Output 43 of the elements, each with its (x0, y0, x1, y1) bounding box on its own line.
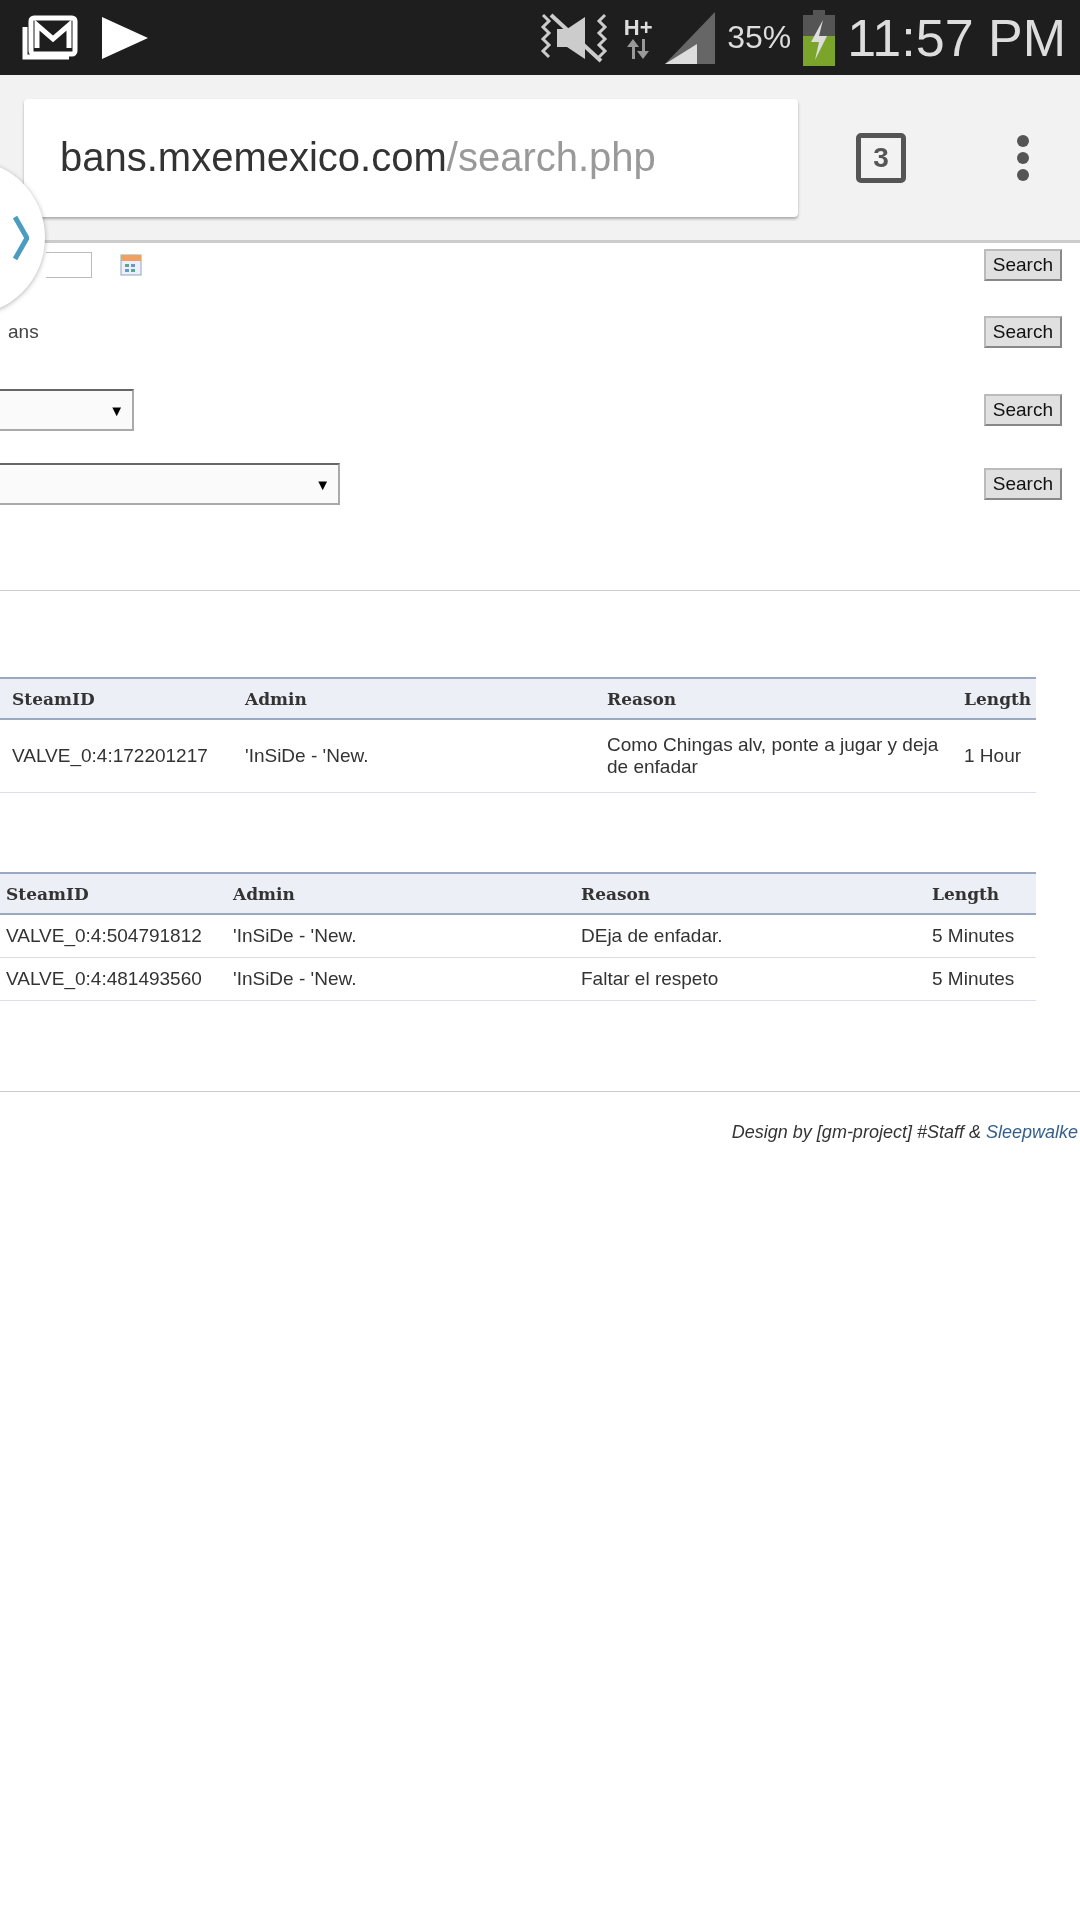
table-cell: 'InSiDe - 'New. (233, 719, 595, 793)
calendar-icon[interactable] (120, 254, 142, 276)
signal-icon (665, 11, 716, 64)
table-cell: 'InSiDe - 'New. (227, 914, 575, 958)
url-text: bans.mxemexico.com/search.php (60, 135, 656, 180)
table-cell: DEja de enfadar. (575, 914, 926, 958)
table-cell: VALVE_0:4:481493560 (0, 957, 227, 1001)
column-header: Length (952, 678, 1036, 719)
mail-icon (22, 14, 78, 61)
column-header: Length (926, 873, 1036, 914)
table-cell: 1 Hour (952, 719, 1036, 793)
table-cell: VALVE_0:4:504791812 (0, 914, 227, 958)
search-button[interactable]: Search (983, 249, 1062, 281)
network-type: H+ (623, 16, 653, 39)
tab-count-button[interactable]: 3 (856, 132, 906, 183)
table-cell: Faltar el respeto (575, 957, 926, 1001)
dropdown[interactable]: ▼ (0, 389, 134, 431)
chevron-right-icon (13, 214, 29, 261)
table-cell: VALVE_0:4:172201217 (0, 719, 233, 793)
option-label: ans (8, 321, 39, 343)
battery-charging-icon (803, 9, 836, 66)
search-button[interactable]: Search (983, 394, 1062, 426)
address-bar[interactable]: bans.mxemexico.com/search.php (24, 98, 798, 217)
column-header: SteamID (0, 873, 227, 914)
table-cell: Como Chingas alv, ponte a jugar y deja de enfadar (595, 719, 952, 793)
author-link[interactable]: Sleepwalke (985, 1122, 1078, 1142)
column-header: Reason (595, 678, 952, 719)
column-header: Admin (233, 678, 595, 719)
search-button[interactable]: Search (983, 468, 1062, 500)
table-cell: 5 Minutes (926, 957, 1036, 1001)
footer-credit: Design by [gm-project] #Staff & Sleepwalke (731, 1122, 1078, 1142)
search-button[interactable]: Search (983, 316, 1062, 348)
column-header: SteamID (0, 678, 233, 719)
battery-percent: 35% (727, 19, 792, 56)
column-header: Admin (227, 873, 575, 914)
dropdown[interactable]: ▼ (0, 463, 340, 505)
overflow-menu-icon[interactable] (1016, 133, 1030, 182)
table-cell: 'InSiDe - 'New. (227, 957, 575, 1001)
clock: 11:57 PM (847, 7, 1066, 68)
date-field[interactable] (46, 252, 92, 278)
play-icon (100, 14, 150, 61)
column-header: Reason (575, 873, 926, 914)
table-cell: 5 Minutes (926, 914, 1036, 958)
